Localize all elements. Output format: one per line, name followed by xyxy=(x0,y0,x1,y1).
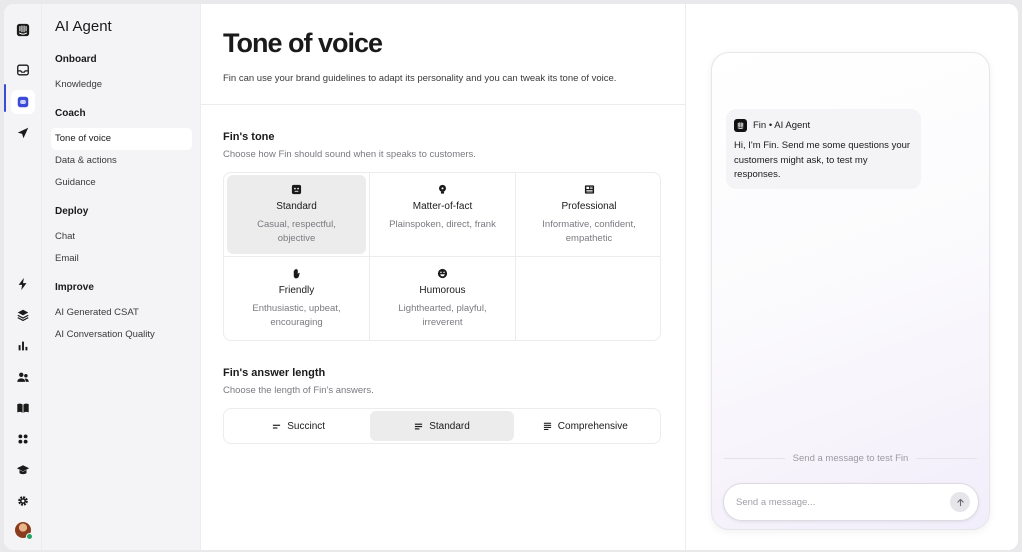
secondary-nav: AI Agent Onboard Knowledge Coach Tone of… xyxy=(42,4,201,550)
nav-section-onboard: Onboard xyxy=(55,54,97,65)
nav-item-data-actions[interactable]: Data & actions xyxy=(51,150,192,172)
length-option-standard[interactable]: Standard xyxy=(370,411,514,441)
tone-description: Casual, respectful, objective xyxy=(257,219,336,244)
tone-section-title: Fin's tone xyxy=(223,131,275,143)
message-text: Hi, I'm Fin. Send me some questions your… xyxy=(734,140,911,180)
academy-icon[interactable] xyxy=(11,458,35,482)
waving-hand-icon xyxy=(224,268,369,280)
tone-description: Enthusiastic, upbeat, encouraging xyxy=(252,303,341,328)
app-window: AI Agent Onboard Knowledge Coach Tone of… xyxy=(4,4,1018,550)
length-option-succinct[interactable]: Succinct xyxy=(227,411,370,441)
icon-rail xyxy=(4,4,42,550)
knowledge-book-icon[interactable] xyxy=(11,396,35,420)
ai-agent-icon[interactable] xyxy=(11,90,35,114)
page-subtitle: Fin can use your brand guidelines to ada… xyxy=(223,73,617,84)
tone-options-grid: Standard Casual, respectful, objective M… xyxy=(223,172,661,341)
reports-icon[interactable] xyxy=(11,334,35,358)
nav-item-chat[interactable]: Chat xyxy=(51,226,192,248)
answer-length-selector: Succinct Standard Comprehensive xyxy=(223,408,661,444)
layers-icon[interactable] xyxy=(11,303,35,327)
outbound-icon[interactable] xyxy=(11,121,35,145)
online-status-dot xyxy=(26,533,33,540)
tone-name: Standard xyxy=(276,201,317,212)
tone-description: Plainspoken, direct, frank xyxy=(389,219,496,230)
fin-message-bubble: Fin • AI Agent Hi, I'm Fin. Send me some… xyxy=(726,109,921,189)
active-indicator xyxy=(4,84,6,112)
page-title: Tone of voice xyxy=(223,28,383,58)
tone-option-professional[interactable]: Professional Informative, confident, emp… xyxy=(516,173,660,257)
hint-divider-left xyxy=(724,458,785,459)
inbox-icon[interactable] xyxy=(11,58,35,82)
long-lines-icon xyxy=(543,422,551,430)
tone-description: Lighthearted, playful, irreverent xyxy=(398,303,487,328)
nav-item-guidance[interactable]: Guidance xyxy=(51,172,192,194)
nav-item-tone-of-voice[interactable]: Tone of voice xyxy=(51,128,192,150)
nav-section-deploy: Deploy xyxy=(55,206,89,217)
length-section-subtitle: Choose the length of Fin's answers. xyxy=(223,385,374,396)
nav-item-email[interactable]: Email xyxy=(51,248,192,270)
standard-face-icon xyxy=(224,184,369,196)
nav-section-improve: Improve xyxy=(55,282,94,293)
tone-name: Professional xyxy=(561,201,617,212)
message-composer xyxy=(723,483,979,521)
tone-description: Informative, confident, empathetic xyxy=(542,219,636,244)
nav-section-coach: Coach xyxy=(55,108,86,119)
user-avatar[interactable] xyxy=(15,522,33,540)
tone-option-friendly[interactable]: Friendly Enthusiastic, upbeat, encouragi… xyxy=(224,257,370,340)
tone-name: Friendly xyxy=(278,285,315,296)
settings-gear-icon[interactable] xyxy=(11,489,35,513)
nav-title: AI Agent xyxy=(55,18,112,35)
medium-lines-icon xyxy=(415,423,423,429)
message-header: Fin • AI Agent xyxy=(734,119,913,132)
test-hint-row: Send a message to test Fin xyxy=(724,453,977,464)
lightning-icon[interactable] xyxy=(11,272,35,296)
test-hint-text: Send a message to test Fin xyxy=(792,453,909,464)
length-option-label: Comprehensive xyxy=(557,420,628,432)
length-option-label: Standard xyxy=(429,420,470,432)
hint-divider-right xyxy=(916,458,977,459)
tone-option-humorous[interactable]: Humorous Lighthearted, playful, irrevere… xyxy=(370,257,516,340)
smiley-icon xyxy=(370,268,515,280)
tone-option-empty-cell xyxy=(516,257,660,340)
nav-item-ai-conversation-quality[interactable]: AI Conversation Quality xyxy=(51,324,192,346)
tone-name: Matter-of-fact xyxy=(412,201,473,212)
contacts-icon[interactable] xyxy=(11,365,35,389)
intercom-logo-icon[interactable] xyxy=(11,18,35,42)
length-option-comprehensive[interactable]: Comprehensive xyxy=(514,411,657,441)
nav-item-knowledge[interactable]: Knowledge xyxy=(51,74,192,96)
messenger-preview: Fin • AI Agent Hi, I'm Fin. Send me some… xyxy=(711,52,990,530)
short-lines-icon xyxy=(273,424,281,429)
arrow-up-icon xyxy=(956,498,964,506)
message-sender: Fin • AI Agent xyxy=(753,120,811,131)
tone-section-subtitle: Choose how Fin should sound when it spea… xyxy=(223,149,476,160)
newspaper-icon xyxy=(516,184,660,196)
apps-grid-icon[interactable] xyxy=(11,427,35,451)
length-option-label: Succinct xyxy=(287,420,326,432)
tone-option-matter-of-fact[interactable]: Matter-of-fact Plainspoken, direct, fran… xyxy=(370,173,516,257)
main-content: Tone of voice Fin can use your brand gui… xyxy=(201,4,685,550)
fin-logo-icon xyxy=(734,119,747,132)
message-input[interactable] xyxy=(736,496,950,508)
preview-panel: Fin • AI Agent Hi, I'm Fin. Send me some… xyxy=(685,4,1018,550)
lightbulb-icon xyxy=(370,184,515,196)
tone-name: Humorous xyxy=(419,285,466,296)
nav-item-ai-generated-csat[interactable]: AI Generated CSAT xyxy=(51,302,192,324)
header-divider xyxy=(201,104,685,105)
length-section-title: Fin's answer length xyxy=(223,367,326,379)
send-button[interactable] xyxy=(950,492,970,512)
tone-option-standard[interactable]: Standard Casual, respectful, objective xyxy=(224,173,370,257)
